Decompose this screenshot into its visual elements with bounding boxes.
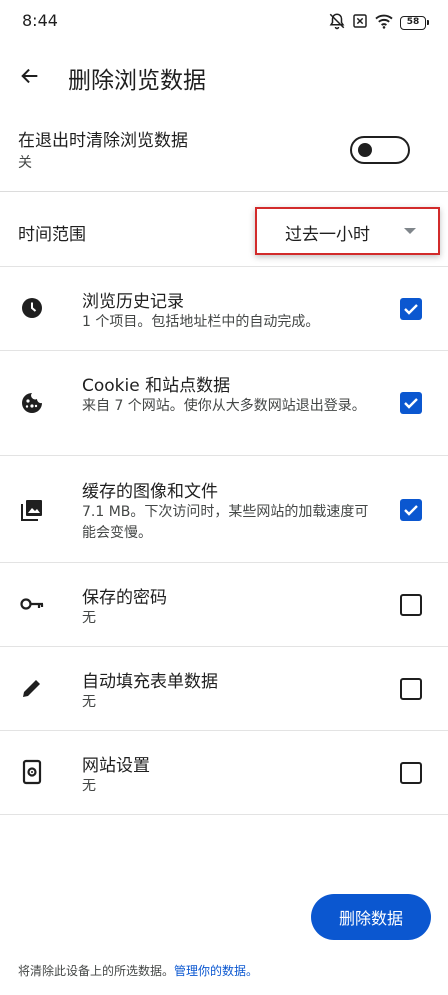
item-title: Cookie 和站点数据 (82, 376, 231, 396)
passwords-checkbox[interactable] (400, 594, 422, 616)
item-subtitle: 1 个项目。包括地址栏中的自动完成。 (82, 314, 320, 330)
time-range-label: 时间范围 (18, 225, 86, 245)
battery-icon: 58 (400, 16, 429, 30)
time-range-row: 时间范围 过去一小时 (0, 192, 448, 270)
list-item-cache[interactable]: 缓存的图像和文件 7.1 MB。下次访问时，某些网站的加载速度可能会变慢。 (0, 455, 448, 562)
bell-muted-icon (328, 12, 346, 34)
item-subtitle: 7.1 MB。下次访问时，某些网站的加载速度可能会变慢。 (82, 504, 369, 541)
list-item-history[interactable]: 浏览历史记录 1 个项目。包括地址栏中的自动完成。 (0, 266, 448, 350)
time-range-value: 过去一小时 (285, 225, 370, 245)
item-subtitle: 无 (82, 610, 96, 626)
item-title: 自动填充表单数据 (82, 672, 218, 692)
cookie-icon (18, 389, 46, 417)
pencil-icon (18, 674, 46, 702)
footer-text: 将清除此设备上的所选数据。 (18, 964, 175, 978)
toggle-knob (358, 143, 372, 157)
list-item-cookies[interactable]: Cookie 和站点数据 来自 7 个网站。使你从大多数网站退出登录。 (0, 350, 448, 455)
check-icon (404, 304, 418, 315)
footer-note: 将清除此设备上的所选数据。管理你的数据。 (18, 962, 258, 979)
app-bar: 删除浏览数据 (0, 48, 448, 104)
sim-blocked-icon (352, 13, 368, 33)
autofill-checkbox[interactable] (400, 678, 422, 700)
list-item-autofill[interactable]: 自动填充表单数据 无 (0, 646, 448, 730)
site-settings-icon (18, 758, 46, 786)
check-icon (404, 398, 418, 409)
wifi-icon (374, 13, 394, 33)
item-subtitle: 无 (82, 694, 96, 710)
dropdown-caret-icon (404, 228, 416, 234)
key-icon (18, 590, 46, 618)
check-icon (404, 505, 418, 516)
item-subtitle: 来自 7 个网站。使你从大多数网站退出登录。 (82, 398, 366, 414)
status-icons: 58 (328, 12, 429, 34)
clock-icon (18, 294, 46, 322)
cache-checkbox[interactable] (400, 499, 422, 521)
item-title: 缓存的图像和文件 (82, 482, 218, 502)
history-checkbox[interactable] (400, 298, 422, 320)
back-button[interactable] (14, 60, 46, 92)
clear-on-exit-status: 关 (18, 155, 32, 171)
arrow-left-icon (21, 68, 38, 84)
status-bar: 8:44 58 (0, 0, 448, 44)
page-title: 删除浏览数据 (68, 68, 206, 94)
clear-on-exit-row[interactable]: 在退出时清除浏览数据 关 (0, 112, 448, 190)
site-settings-checkbox[interactable] (400, 762, 422, 784)
manage-data-link[interactable]: 管理你的数据。 (174, 964, 258, 978)
clear-on-exit-toggle[interactable] (350, 136, 410, 164)
time-range-dropdown[interactable]: 过去一小时 (255, 207, 440, 255)
delete-data-button[interactable]: 删除数据 (311, 894, 431, 940)
item-title: 浏览历史记录 (82, 292, 184, 312)
clear-on-exit-title: 在退出时清除浏览数据 (18, 131, 188, 151)
item-title: 网站设置 (82, 756, 150, 776)
list-item-passwords[interactable]: 保存的密码 无 (0, 562, 448, 646)
status-time: 8:44 (22, 11, 58, 30)
item-subtitle: 无 (82, 778, 96, 794)
item-title: 保存的密码 (82, 588, 167, 608)
cookies-checkbox[interactable] (400, 392, 422, 414)
list-item-site-settings[interactable]: 网站设置 无 (0, 730, 448, 815)
image-icon (18, 496, 46, 524)
